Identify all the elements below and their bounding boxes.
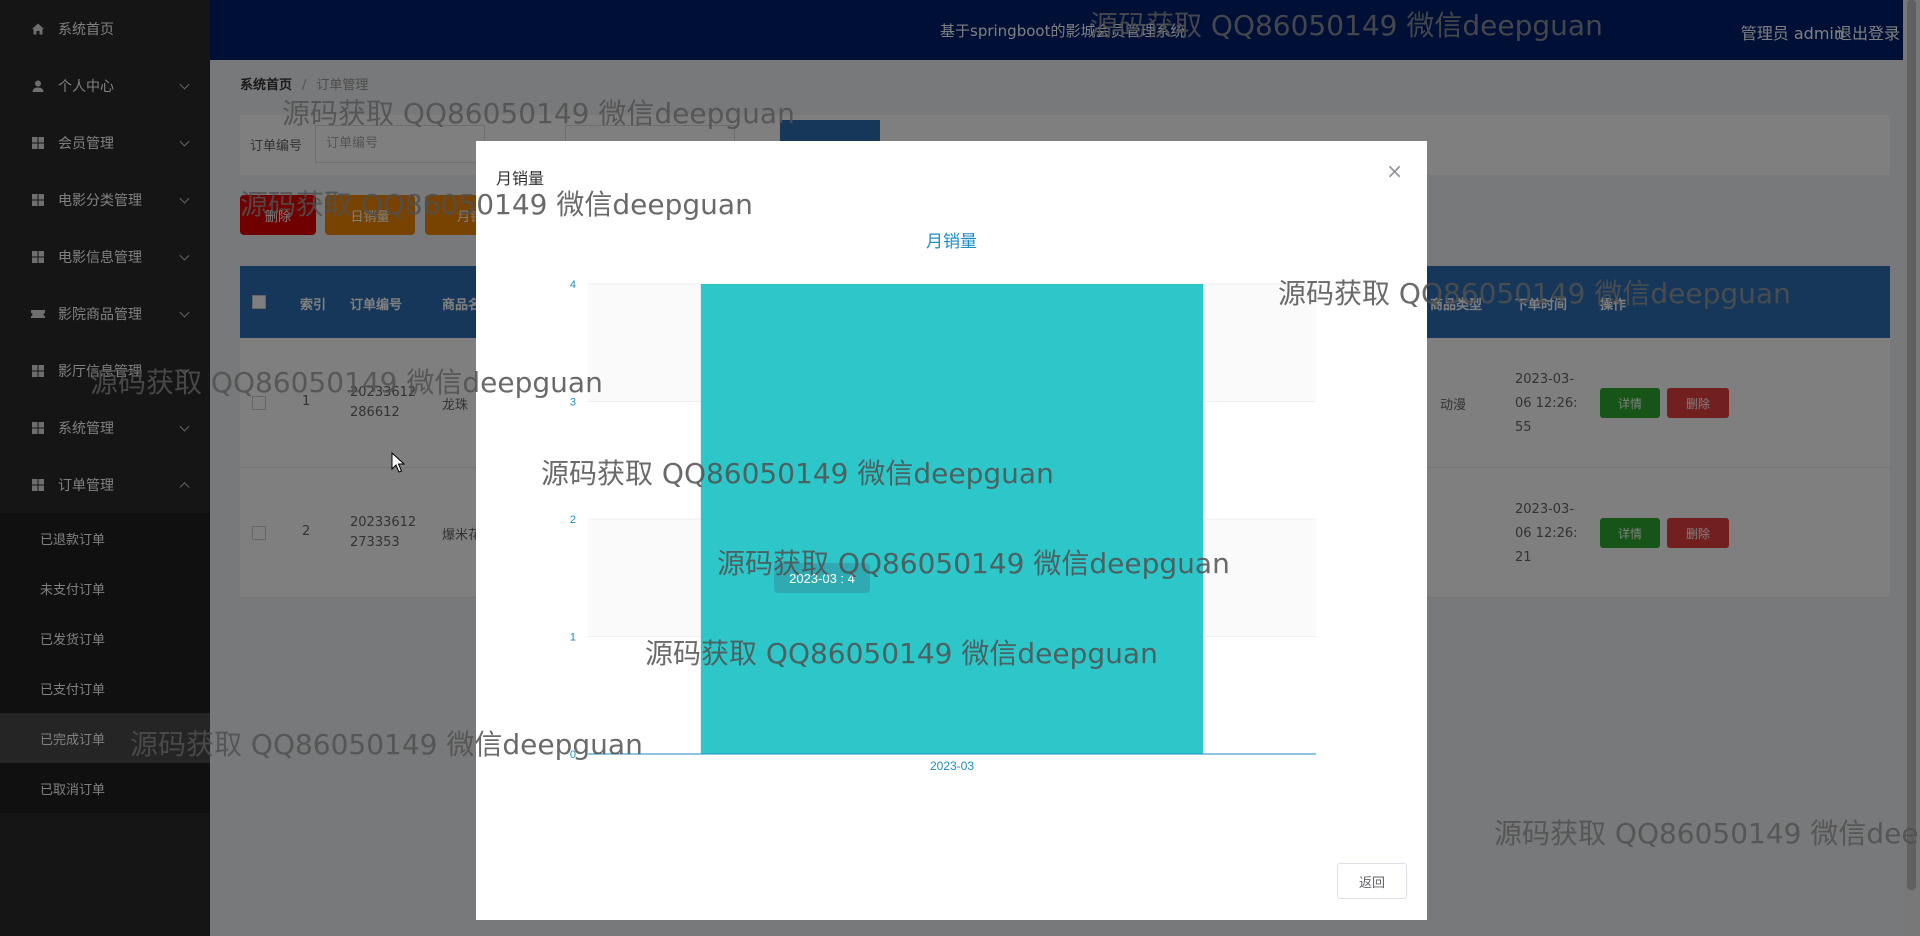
bar bbox=[700, 284, 1204, 754]
y-tick-label: 2 bbox=[570, 514, 576, 526]
mouse-cursor-icon bbox=[391, 452, 405, 473]
y-tick-label: 4 bbox=[570, 279, 576, 291]
chart-tooltip: 2023-03 : 4 bbox=[774, 563, 870, 593]
y-tick-label: 3 bbox=[570, 397, 576, 409]
tooltip-text: 2023-03 : 4 bbox=[789, 571, 855, 586]
monthly-sales-dialog: 月销量 × 月销量 0 1 2 3 4 2023-03 2023-03 : 4 返回 bbox=[476, 141, 1427, 920]
monthly-sales-chart: 0 1 2 3 4 2023-03 2023-03 : 4 bbox=[570, 279, 1316, 773]
y-tick-label: 0 bbox=[570, 749, 576, 761]
x-tick-label: 2023-03 bbox=[930, 759, 974, 773]
y-tick-label: 1 bbox=[570, 632, 576, 644]
back-button[interactable]: 返回 bbox=[1337, 863, 1407, 899]
